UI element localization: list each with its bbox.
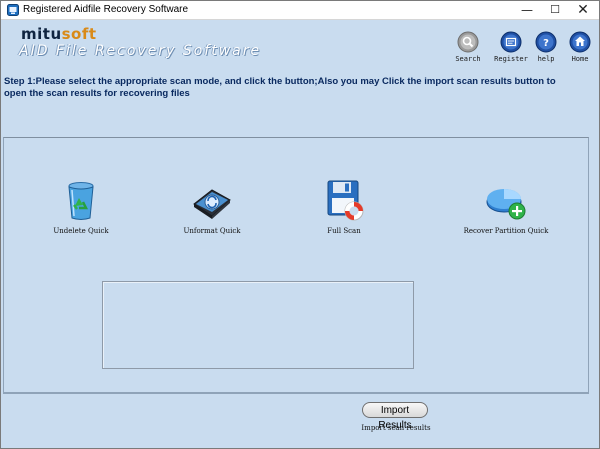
- divider: [3, 393, 589, 394]
- drive-format-icon: [193, 189, 231, 219]
- scan-mode-full-scan[interactable]: Full Scan: [289, 178, 399, 235]
- step-instructions: Step 1:Please select the appropriate sca…: [4, 76, 556, 99]
- window-title: Registered Aidfile Recovery Software: [23, 4, 189, 15]
- brand-soft: soft: [61, 25, 97, 43]
- unformat-quick-label: Unformat Quick: [183, 227, 241, 235]
- toolbar-home[interactable]: Home: [558, 31, 599, 63]
- scan-mode-unformat-quick[interactable]: Unformat Quick: [157, 178, 267, 235]
- toolbar-search[interactable]: Search: [446, 31, 490, 63]
- floppy-lifebuoy-icon: [327, 180, 364, 221]
- full-scan-label: Full Scan: [327, 227, 361, 235]
- scan-results-box[interactable]: [102, 281, 414, 369]
- svg-text:?: ?: [543, 38, 549, 49]
- brand-mitu: mitu: [21, 25, 62, 43]
- import-results-caption: Import scan results: [361, 424, 431, 432]
- register-icon: [500, 31, 522, 53]
- home-icon: [569, 31, 591, 53]
- app-window: Registered Aidfile Recovery Software — ☐…: [0, 0, 600, 449]
- title-bar: Registered Aidfile Recovery Software — ☐…: [1, 1, 599, 20]
- maximize-button[interactable]: ☐: [541, 1, 569, 19]
- help-icon: ?: [535, 31, 557, 53]
- search-icon: [457, 31, 479, 53]
- scan-mode-recover-partition-quick[interactable]: Recover Partition Quick: [451, 178, 561, 235]
- close-button[interactable]: ✕: [569, 1, 597, 19]
- brand-logo: mitusoft: [21, 25, 97, 43]
- partition-add-icon: [486, 189, 526, 220]
- recycle-bin-icon: [68, 182, 94, 220]
- app-icon: [7, 4, 19, 16]
- recover-partition-quick-label: Recover Partition Quick: [463, 227, 549, 235]
- home-label: Home: [571, 55, 589, 63]
- minimize-button[interactable]: —: [513, 1, 541, 19]
- undelete-quick-label: Undelete Quick: [53, 227, 109, 235]
- product-name: AID File Recovery Software: [19, 43, 262, 59]
- scan-mode-undelete-quick[interactable]: Undelete Quick: [26, 178, 136, 235]
- search-label: Search: [455, 55, 481, 63]
- import-results-button[interactable]: Import Results: [362, 402, 428, 431]
